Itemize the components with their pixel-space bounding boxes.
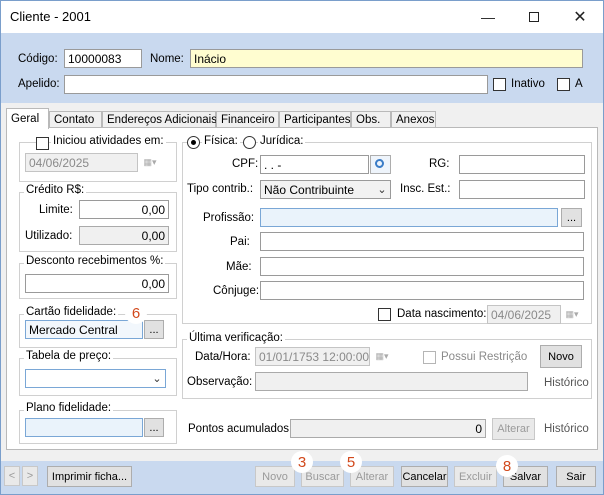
juridica-label: Jurídica: bbox=[258, 135, 306, 147]
tipo-select[interactable]: Não Contribuinte bbox=[260, 180, 391, 199]
calendar-dropdown-icon: ▦▾ bbox=[375, 351, 389, 361]
nome-field[interactable]: Inácio bbox=[190, 49, 583, 68]
pontos-historico-link[interactable]: Histórico bbox=[544, 423, 589, 435]
next-record-button[interactable]: > bbox=[22, 466, 38, 486]
credito-title: Crédito R$: bbox=[24, 184, 87, 196]
datahora-label: Data/Hora: bbox=[195, 351, 251, 363]
annotation-badge-6: 6 bbox=[125, 302, 147, 324]
apelido-label: Apelido: bbox=[18, 78, 60, 90]
minimize-button[interactable]: — bbox=[465, 1, 511, 33]
inativo-checkbox[interactable] bbox=[493, 78, 506, 91]
insc-field[interactable] bbox=[459, 180, 585, 199]
a-checkbox[interactable] bbox=[557, 78, 570, 91]
iniciou-date-field[interactable]: 04/06/2025 bbox=[25, 153, 138, 172]
rg-field[interactable] bbox=[459, 155, 585, 174]
insc-label: Insc. Est.: bbox=[400, 183, 451, 195]
limite-field[interactable]: 0,00 bbox=[79, 200, 169, 219]
prev-record-button[interactable]: < bbox=[4, 466, 20, 486]
novo-button[interactable]: Novo bbox=[255, 466, 295, 487]
tabela-title: Tabela de preço: bbox=[24, 350, 114, 362]
desconto-title: Desconto recebimentos %: bbox=[24, 255, 166, 267]
restricao-checkbox bbox=[423, 351, 436, 364]
inativo-label: Inativo bbox=[511, 78, 545, 90]
codigo-field[interactable]: 10000083 bbox=[64, 49, 142, 68]
iniciou-label: Iniciou atividades em: bbox=[51, 135, 166, 147]
calendar-dropdown-icon[interactable]: ▦▾ bbox=[137, 154, 163, 171]
a-label: A bbox=[575, 78, 583, 90]
close-icon: ✕ bbox=[573, 9, 587, 26]
minimize-icon: — bbox=[481, 9, 495, 25]
plano-field[interactable] bbox=[25, 418, 143, 437]
nome-label: Nome: bbox=[150, 53, 184, 65]
cpf-label: CPF: bbox=[232, 158, 259, 170]
calendar-dropdown-icon[interactable]: ▦▾ bbox=[559, 306, 585, 323]
tab-geral[interactable]: Geral bbox=[6, 108, 49, 129]
cancelar-button[interactable]: Cancelar bbox=[401, 466, 448, 487]
pai-field[interactable] bbox=[260, 232, 584, 251]
pai-label: Pai: bbox=[230, 236, 250, 248]
rg-label: RG: bbox=[429, 158, 450, 170]
sair-button[interactable]: Sair bbox=[556, 466, 596, 487]
utilizado-field: 0,00 bbox=[79, 226, 169, 245]
utilizado-label: Utilizado: bbox=[25, 230, 73, 242]
plano-lookup-button[interactable]: ... bbox=[144, 418, 164, 437]
apelido-field[interactable] bbox=[64, 75, 488, 94]
cartao-title: Cartão fidelidade: bbox=[24, 306, 119, 318]
cartao-field[interactable]: Mercado Central bbox=[25, 320, 143, 339]
profissao-lookup-button[interactable]: ... bbox=[561, 208, 582, 227]
verificacao-novo-button[interactable]: Novo bbox=[540, 345, 582, 368]
imprimir-ficha-button[interactable]: Imprimir ficha... bbox=[47, 466, 132, 487]
excluir-button[interactable]: Excluir bbox=[454, 466, 497, 487]
nascimento-label: Data nascimento: bbox=[397, 308, 487, 320]
iniciou-checkbox[interactable] bbox=[36, 137, 49, 150]
profissao-field[interactable] bbox=[260, 208, 558, 227]
limite-label: Limite: bbox=[39, 204, 73, 216]
tab-page-geral: Iniciou atividades em: 04/06/2025 ▦▾ Cré… bbox=[6, 127, 598, 450]
mae-field[interactable] bbox=[260, 257, 584, 276]
restricao-label: Possui Restrição bbox=[441, 351, 528, 363]
observacao-label: Observação: bbox=[187, 376, 253, 388]
maximize-icon bbox=[529, 12, 539, 22]
chevron-down-icon[interactable]: ⌄ bbox=[375, 182, 389, 197]
annotation-badge-8: 8 bbox=[496, 455, 518, 477]
verificacao-title: Última verificação: bbox=[187, 332, 285, 344]
fisica-label: Física: bbox=[202, 135, 240, 147]
annotation-badge-3: 3 bbox=[291, 451, 313, 473]
conjuge-label: Cônjuge: bbox=[213, 285, 260, 297]
title-bar: Cliente - 2001 — ✕ bbox=[1, 1, 603, 33]
header-band: Código: 10000083 Nome: Inácio Apelido: I… bbox=[1, 33, 603, 103]
mae-label: Mãe: bbox=[226, 261, 252, 273]
verificacao-historico-link[interactable]: Histórico bbox=[544, 377, 589, 389]
fisica-radio[interactable] bbox=[187, 136, 200, 149]
codigo-label: Código: bbox=[18, 53, 58, 65]
tabela-select[interactable] bbox=[25, 369, 166, 388]
annotation-badge-5: 5 bbox=[340, 451, 362, 473]
close-button[interactable]: ✕ bbox=[557, 1, 603, 33]
observacao-field bbox=[255, 372, 528, 391]
window-title: Cliente - 2001 bbox=[10, 9, 91, 24]
cpf-search-button[interactable] bbox=[370, 155, 391, 174]
nascimento-checkbox[interactable] bbox=[378, 308, 391, 321]
desconto-field[interactable]: 0,00 bbox=[25, 274, 169, 293]
pontos-field: 0 bbox=[290, 419, 486, 438]
datahora-field: 01/01/1753 12:00:00 bbox=[255, 347, 370, 366]
pontos-label: Pontos acumulados: bbox=[188, 423, 293, 435]
pontos-alterar-button[interactable]: Alterar bbox=[492, 418, 535, 440]
maximize-button[interactable] bbox=[511, 1, 557, 33]
chevron-down-icon[interactable]: ⌄ bbox=[150, 371, 164, 386]
tipo-label: Tipo contrib.: bbox=[187, 183, 254, 195]
cartao-lookup-button[interactable]: ... bbox=[144, 320, 164, 339]
search-icon bbox=[375, 159, 384, 168]
conjuge-field[interactable] bbox=[260, 281, 584, 300]
client-window: Cliente - 2001 — ✕ Código: 10000083 Nome… bbox=[0, 0, 604, 495]
cpf-field[interactable]: . . - bbox=[260, 155, 369, 174]
profissao-label: Profissão: bbox=[203, 212, 255, 224]
juridica-radio[interactable] bbox=[243, 136, 256, 149]
plano-title: Plano fidelidade: bbox=[24, 402, 114, 414]
nascimento-date-field[interactable]: 04/06/2025 bbox=[487, 305, 561, 324]
